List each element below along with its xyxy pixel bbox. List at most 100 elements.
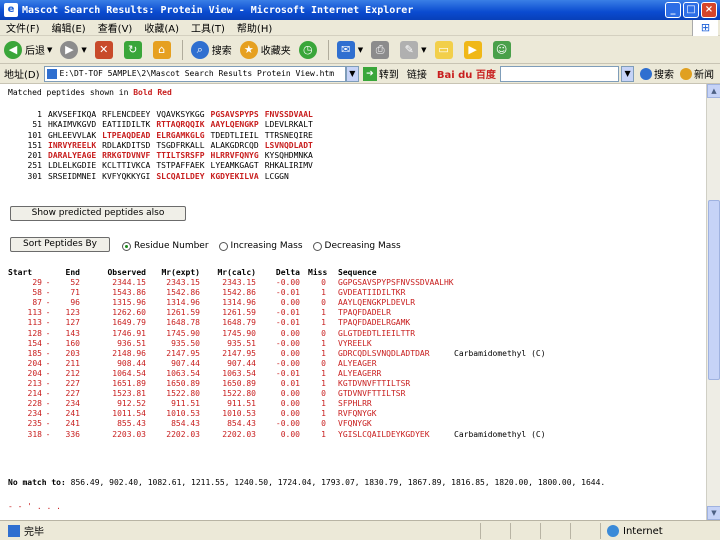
menu-help[interactable]: 帮助(H) xyxy=(237,20,272,35)
cell-sequence[interactable]: YGISLCQAILDEYKGDYEK xyxy=(338,430,430,440)
menu-favorites[interactable]: 收藏(A) xyxy=(144,20,179,35)
range-dash: - xyxy=(45,368,51,378)
cell-sequence[interactable]: SFPHLRR xyxy=(338,399,372,409)
radio-dot[interactable] xyxy=(312,241,322,251)
forward-dropdown-icon[interactable]: ▼ xyxy=(81,46,86,54)
refresh-button[interactable]: ↻ xyxy=(123,40,145,59)
cell-delta: 0.00 xyxy=(280,389,300,399)
cell-sequence[interactable]: ALYEAGER xyxy=(338,359,377,369)
baidu-search-input[interactable] xyxy=(499,65,620,82)
history-button[interactable]: ◷ xyxy=(298,40,320,59)
cell-sequence[interactable]: VFQNYGK xyxy=(338,419,372,429)
maximize-button[interactable]: □ xyxy=(683,2,699,18)
cell-start: 318 xyxy=(27,429,42,439)
cell-sequence[interactable]: GGPGSAVSPYPSFNVSSDVAALHK xyxy=(338,278,454,288)
sort-peptides-button[interactable]: Sort Peptides By xyxy=(10,237,110,252)
address-dropdown-icon[interactable]: ▼ xyxy=(345,65,359,82)
radio-decreasing-mass[interactable]: Decreasing Mass xyxy=(312,241,401,251)
range-dash: - xyxy=(45,409,51,419)
vertical-scrollbar[interactable]: ▲ ▼ xyxy=(706,84,720,520)
menu-bar: 文件(F) 编辑(E) 查看(V) 收藏(A) 工具(T) 帮助(H) ⊞ xyxy=(0,20,720,36)
radio-dot[interactable] xyxy=(218,241,228,251)
address-input[interactable]: E:\DT-TOF 5AMPLE\2\Mascot Search Results… xyxy=(43,65,346,82)
cell-delta: -0.01 xyxy=(275,308,300,318)
cell-sequence[interactable]: GLGTDEDTLIEILTTR xyxy=(338,329,415,339)
cell-start: 228 xyxy=(27,399,42,409)
header-delta: Delta xyxy=(275,268,300,277)
favorites-button[interactable]: ★ 收藏夹 xyxy=(239,40,291,59)
mail-dropdown-icon[interactable]: ▼ xyxy=(358,46,363,54)
sequence-chunk: EATIIDILTK xyxy=(102,120,151,130)
print-button[interactable]: ⎙ xyxy=(371,40,392,59)
range-dash: - xyxy=(45,338,51,348)
baidu-search-button[interactable]: 搜索 xyxy=(640,66,674,81)
cell-start: 113 xyxy=(27,318,42,328)
close-button[interactable]: × xyxy=(701,2,717,18)
cell-delta: 0.00 xyxy=(280,399,300,409)
address-bar: 地址(D) E:\DT-TOF 5AMPLE\2\Mascot Search R… xyxy=(0,64,720,84)
cell-end: 227 xyxy=(65,379,80,389)
search-dropdown-icon[interactable]: ▼ xyxy=(621,65,635,82)
back-dropdown-icon[interactable]: ▼ xyxy=(47,46,52,54)
edit-dropdown-icon[interactable]: ▼ xyxy=(421,46,426,54)
cell-delta: -0.01 xyxy=(275,368,300,378)
table-row: 113 123 1262.60 1261.59 1261.59 -0.01 1 TPAQFDA… xyxy=(8,308,391,318)
cell-sequence[interactable]: KGTDVNVFTTILTSR xyxy=(338,379,410,389)
show-predicted-peptides-button[interactable]: Show predicted peptides also xyxy=(10,206,186,221)
range-dash: - xyxy=(45,429,51,439)
stop-button[interactable]: ✕ xyxy=(94,40,116,59)
links-label[interactable]: 链接 xyxy=(407,66,427,81)
cell-observed: 1315.96 xyxy=(112,298,146,308)
cell-sequence[interactable]: RVFQNYGK xyxy=(338,409,377,419)
header-sequence: Sequence xyxy=(338,268,377,277)
radio-dot[interactable] xyxy=(122,241,131,251)
go-button[interactable]: ➔ 转到 xyxy=(362,66,399,81)
sequence-chunk: KYSQHDMNKA xyxy=(264,151,313,161)
sequence-chunk: RTTAQRQQIK xyxy=(156,120,205,130)
radio-increasing-mass[interactable]: Increasing Mass xyxy=(218,241,303,251)
menu-file[interactable]: 文件(F) xyxy=(6,20,40,35)
menu-tools[interactable]: 工具(T) xyxy=(191,20,225,35)
search-button[interactable]: ⌕ 搜索 xyxy=(190,40,232,59)
menu-view[interactable]: 查看(V) xyxy=(98,20,133,35)
scroll-up-icon[interactable]: ▲ xyxy=(707,84,720,98)
cell-mr-expt: 1063.54 xyxy=(166,368,200,378)
sequence-chunk: AAYLQENGKP xyxy=(210,120,259,130)
cell-mr-expt: 2147.95 xyxy=(166,348,200,358)
media-button[interactable]: ▶ xyxy=(463,40,485,59)
cell-sequence[interactable]: TPAQFDADELRGAMK xyxy=(338,318,410,328)
sequence-row: 251 LDLELKGDIE KCLTTIVKCA TSTPAFFAEK LYEAMKG… xyxy=(8,161,319,171)
cell-observed: 1523.81 xyxy=(112,389,146,399)
menu-edit[interactable]: 编辑(E) xyxy=(52,20,86,35)
baidu-news-button[interactable]: 新闻 xyxy=(680,66,714,81)
back-button[interactable]: ◀ 后退 ▼ xyxy=(4,40,52,59)
home-button[interactable]: ⌂ xyxy=(152,40,174,59)
minimize-button[interactable]: _ xyxy=(665,2,681,18)
cell-delta: -0.00 xyxy=(275,338,300,348)
radio-residue-number[interactable]: Residue Number xyxy=(122,241,209,251)
messenger-button[interactable]: ☺ xyxy=(492,40,514,59)
forward-button[interactable]: ▶ ▼ xyxy=(60,40,87,59)
cell-sequence[interactable]: VYREELK xyxy=(338,339,372,349)
cell-sequence[interactable]: TPAQFDADELR xyxy=(338,308,391,318)
table-header: Start End Observed Mr(expt) Mr(calc) Del… xyxy=(8,268,377,278)
sequence-position: 201 xyxy=(27,151,42,161)
cell-sequence[interactable]: ALYEAGERR xyxy=(338,369,381,379)
edit-button[interactable]: ✎ ▼ xyxy=(400,40,427,59)
table-row: 228 234 912.52 911.51 911.51 0.00 1 SFPHLRR - xyxy=(8,399,372,409)
table-row: 318 336 2203.03 2202.03 2202.03 0.00 1 YGISLCQA… xyxy=(8,430,546,440)
cell-sequence[interactable]: GVDEATIIDILTKR xyxy=(338,288,405,298)
cell-delta: -0.00 xyxy=(275,278,300,288)
cell-sequence[interactable]: GTDVNVFTTILTSR xyxy=(338,389,405,399)
range-dash: - xyxy=(45,358,51,368)
mail-button[interactable]: ✉ ▼ xyxy=(336,40,363,59)
cell-start: 234 xyxy=(27,409,42,419)
cell-sequence[interactable]: AAYLQENGKPLDEVLR xyxy=(338,298,415,308)
cell-observed: 1651.89 xyxy=(112,379,146,389)
scroll-thumb[interactable] xyxy=(708,200,720,380)
sequence-chunk: SRSEIDMNEI xyxy=(48,171,97,181)
cell-sequence[interactable]: GDRCQDLSVNQDLADTDAR xyxy=(338,349,430,359)
scroll-down-icon[interactable]: ▼ xyxy=(707,506,720,520)
cell-mr-calc: 1542.86 xyxy=(222,288,256,298)
folder-button[interactable]: ▭ xyxy=(434,40,456,59)
